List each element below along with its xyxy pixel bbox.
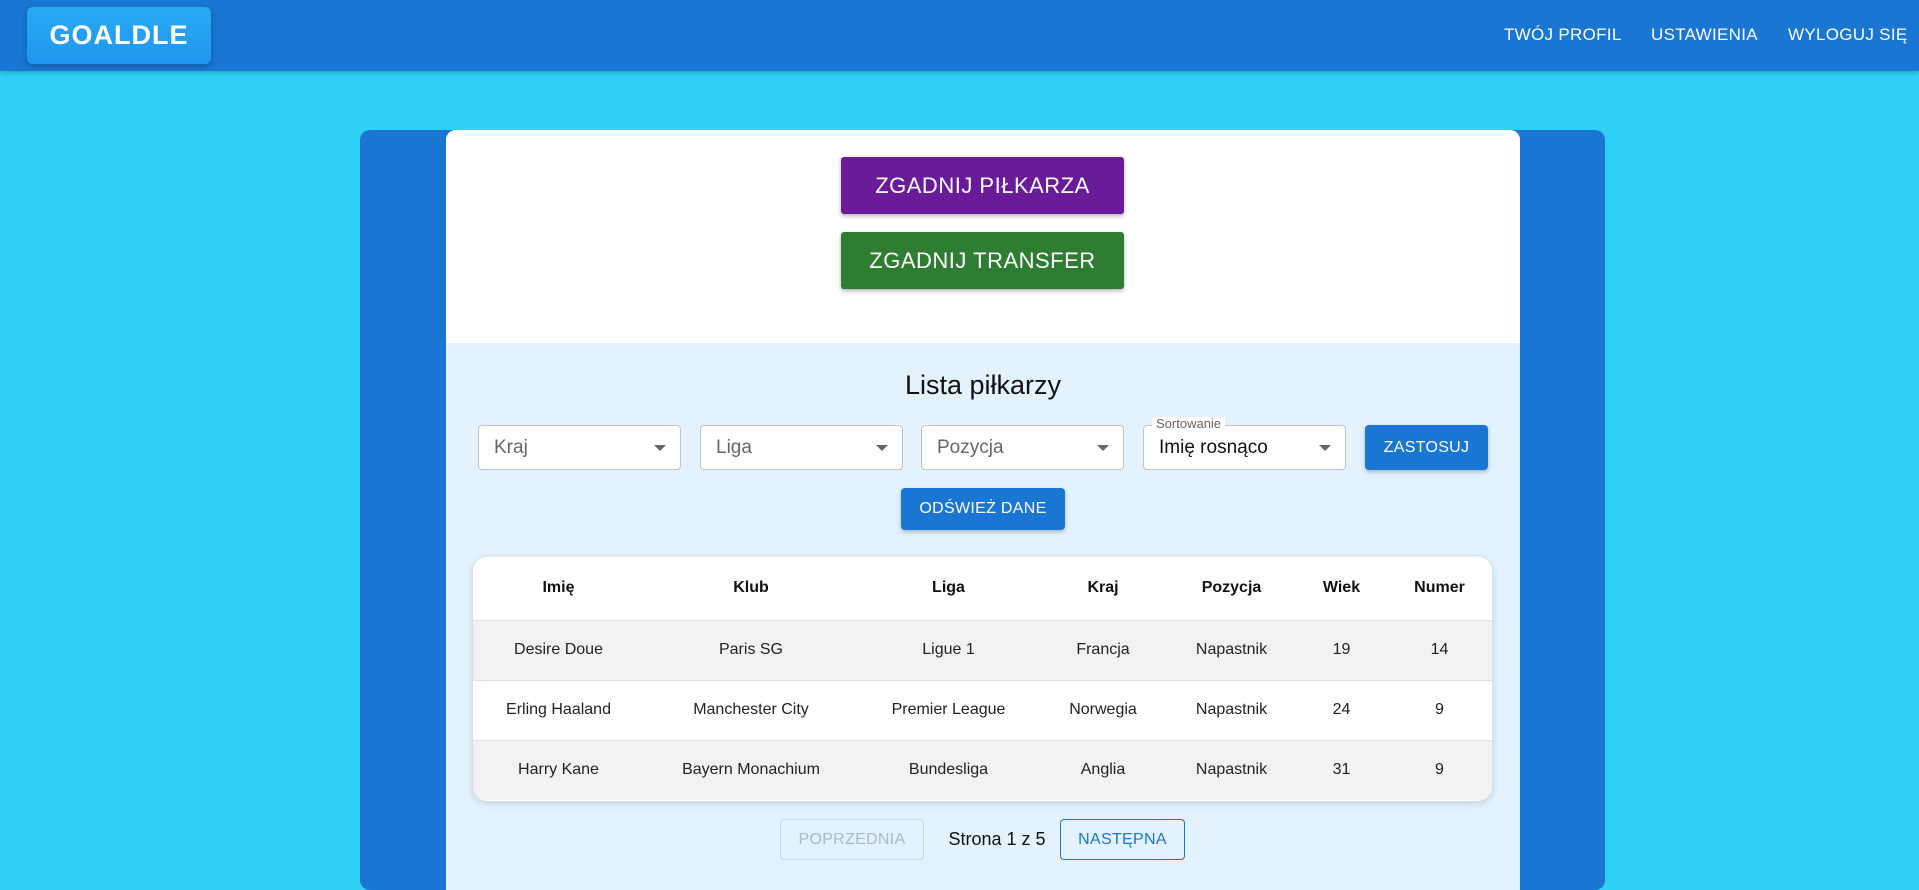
cell-country: Norwegia <box>1039 680 1167 741</box>
column-header-number[interactable]: Numer <box>1387 557 1492 621</box>
table-row[interactable]: Erling Haaland Manchester City Premier L… <box>473 680 1492 741</box>
cell-club: Manchester City <box>644 680 858 741</box>
next-page-button[interactable]: NASTĘPNA <box>1060 819 1185 860</box>
top-app-bar: GOALDLE TWÓJ PROFIL USTAWIENIA WYLOGUJ S… <box>0 0 1919 71</box>
cell-age: 24 <box>1296 680 1387 741</box>
league-select-placeholder: Liga <box>716 436 752 458</box>
column-header-club[interactable]: Klub <box>644 557 858 621</box>
app-logo[interactable]: GOALDLE <box>27 7 211 64</box>
refresh-data-button[interactable]: ODŚWIEŻ DANE <box>901 488 1065 530</box>
guess-player-button[interactable]: ZGADNIJ PIŁKARZA <box>841 157 1124 214</box>
cell-club: Paris SG <box>644 620 858 681</box>
column-header-name[interactable]: Imię <box>473 557 644 621</box>
guess-transfer-button[interactable]: ZGADNIJ TRANSFER <box>841 232 1124 289</box>
sort-select-value: Imię rosnąco <box>1159 436 1268 458</box>
column-header-country[interactable]: Kraj <box>1039 557 1167 621</box>
chevron-down-icon <box>654 445 666 451</box>
players-list-title: Lista piłkarzy <box>904 370 1062 400</box>
nav-profile-link[interactable]: TWÓJ PROFIL <box>1504 25 1622 45</box>
cell-name: Desire Doue <box>473 620 644 681</box>
chevron-down-icon <box>1097 445 1109 451</box>
nav-logout-link[interactable]: WYLOGUJ SIĘ <box>1788 25 1908 45</box>
players-table: Imię Klub Liga Kraj Pozycja Wiek Numer D… <box>473 557 1492 801</box>
chevron-down-icon <box>876 445 888 451</box>
page-indicator: Strona 1 z 5 <box>948 829 1046 849</box>
cell-name: Erling Haaland <box>473 680 644 741</box>
game-mode-section: ZGADNIJ PIŁKARZA ZGADNIJ TRANSFER <box>446 130 1520 343</box>
column-header-age[interactable]: Wiek <box>1296 557 1387 621</box>
league-select[interactable]: Liga <box>700 425 903 470</box>
sort-select-label: Sortowanie <box>1152 417 1226 431</box>
cell-league: Ligue 1 <box>858 620 1039 681</box>
position-select-placeholder: Pozycja <box>937 436 1004 458</box>
cell-club: Bayern Monachium <box>644 740 858 800</box>
column-header-position[interactable]: Pozycja <box>1167 557 1296 621</box>
sort-select[interactable]: Sortowanie Imię rosnąco <box>1143 417 1346 470</box>
cell-position: Napastnik <box>1167 680 1296 741</box>
cell-age: 31 <box>1296 740 1387 800</box>
cell-number: 9 <box>1387 740 1492 800</box>
cell-name: Harry Kane <box>473 740 644 800</box>
cell-country: Francja <box>1039 620 1167 681</box>
apply-filters-button[interactable]: ZASTOSUJ <box>1365 425 1488 470</box>
previous-page-button[interactable]: POPRZEDNIA <box>780 819 924 860</box>
position-select[interactable]: Pozycja <box>921 425 1124 470</box>
content-card: ZGADNIJ PIŁKARZA ZGADNIJ TRANSFER Lista … <box>446 130 1520 890</box>
cell-number: 9 <box>1387 680 1492 741</box>
table-row[interactable]: Harry Kane Bayern Monachium Bundesliga A… <box>473 740 1492 800</box>
column-header-league[interactable]: Liga <box>858 557 1039 621</box>
table-row[interactable]: Desire Doue Paris SG Ligue 1 Francja Nap… <box>473 620 1492 681</box>
cell-position: Napastnik <box>1167 740 1296 800</box>
cell-league: Premier League <box>858 680 1039 741</box>
table-header-row: Imię Klub Liga Kraj Pozycja Wiek Numer <box>473 557 1492 621</box>
nav-settings-link[interactable]: USTAWIENIA <box>1651 25 1758 45</box>
country-select[interactable]: Kraj <box>478 425 681 470</box>
chevron-down-icon <box>1319 445 1331 451</box>
cell-position: Napastnik <box>1167 620 1296 681</box>
cell-number: 14 <box>1387 620 1492 681</box>
cell-country: Anglia <box>1039 740 1167 800</box>
country-select-placeholder: Kraj <box>494 436 528 458</box>
cell-league: Bundesliga <box>858 740 1039 800</box>
cell-age: 19 <box>1296 620 1387 681</box>
